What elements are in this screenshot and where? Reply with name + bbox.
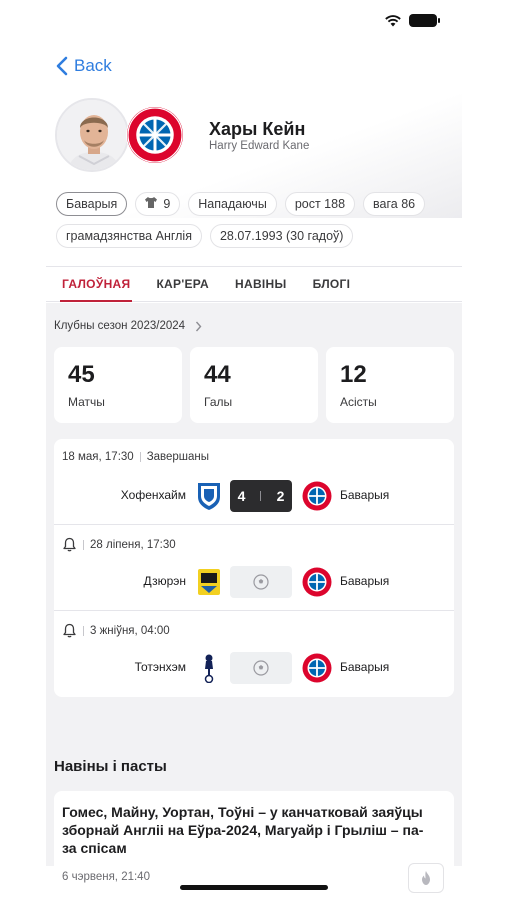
matches-list: 18 мая, 17:30 Завершаны Хофенхайм 4 2 Ба…	[54, 439, 454, 697]
match-row[interactable]: 3 жніўня, 04:00 Тотэнхэм Баварыя	[54, 611, 454, 697]
back-button[interactable]: Back	[56, 56, 112, 76]
bell-icon[interactable]	[62, 623, 77, 638]
stat-label: Матчы	[68, 395, 105, 409]
position-chip: Нападаючы	[188, 192, 277, 216]
news-card[interactable]: Гомес, Майну, Уортан, Тоўні – у канчатко…	[54, 791, 454, 900]
bayern-small-logo	[302, 567, 332, 597]
score-divider	[260, 491, 262, 501]
match-meta: 28 ліпеня, 17:30	[62, 537, 176, 552]
fire-reaction-button[interactable]	[408, 863, 444, 893]
divider	[139, 452, 141, 462]
upcoming-match-box	[230, 566, 292, 598]
stat-value: 44	[204, 361, 231, 388]
status-icons	[385, 14, 440, 27]
news-date: 6 чэрвеня, 21:40	[62, 871, 150, 883]
bayern-small-logo	[302, 653, 332, 683]
stat-card-goals: 44 Галы	[190, 347, 318, 423]
stat-label: Галы	[204, 395, 233, 409]
stat-card-assists: 12 Асісты	[326, 347, 454, 423]
player-avatar	[55, 98, 129, 172]
bayern-small-logo	[302, 481, 332, 511]
match-score: 4 2	[230, 480, 292, 512]
duren-logo	[194, 567, 224, 597]
weight-chip: вага 86	[363, 192, 426, 216]
match-row[interactable]: 18 мая, 17:30 Завершаны Хофенхайм 4 2 Ба…	[54, 439, 454, 525]
score-away: 2	[276, 488, 285, 504]
season-label: Клубны сезон 2023/2024	[54, 320, 186, 332]
player-full-name: Harry Edward Kane	[209, 140, 310, 152]
chevron-right-icon	[196, 321, 202, 331]
height-chip: рост 188	[284, 192, 356, 216]
tab-news[interactable]: НАВІНЫ	[225, 267, 297, 301]
status-bar	[0, 0, 507, 44]
club-chip[interactable]: Баварыя	[56, 192, 128, 216]
match-status: Завершаны	[146, 451, 210, 463]
ball-icon	[253, 574, 269, 590]
match-date: 28 ліпеня, 17:30	[90, 538, 176, 551]
home-indicator[interactable]	[180, 885, 328, 890]
hoffenheim-logo	[194, 481, 224, 511]
tab-bar: ГАЛОЎНАЯ КАР'ЕРА НАВІНЫ БЛОГІ	[46, 266, 462, 302]
match-date: 3 жніўня, 04:00	[90, 624, 170, 637]
shirt-icon	[145, 197, 158, 211]
home-team-name: Тотэнхэм	[134, 660, 186, 674]
match-meta: 3 жніўня, 04:00	[62, 623, 170, 638]
tab-main[interactable]: ГАЛОЎНАЯ	[52, 267, 140, 302]
ball-icon	[253, 660, 269, 676]
home-team-name: Хофенхайм	[120, 488, 186, 502]
news-headline[interactable]: Гомес, Майну, Уортан, Тоўні – у канчатко…	[62, 803, 432, 857]
tab-career[interactable]: КАР'ЕРА	[146, 267, 219, 301]
news-section-title: Навіны і пасты	[54, 758, 167, 775]
back-label: Back	[74, 56, 112, 75]
bell-icon[interactable]	[62, 537, 77, 552]
home-team-name: Дзюрэн	[143, 574, 186, 588]
stat-card-matches: 45 Матчы	[54, 347, 182, 423]
number-chip: 9	[135, 192, 181, 216]
season-stats: 45 Матчы 44 Галы 12 Асісты	[54, 347, 454, 423]
battery-icon	[409, 14, 440, 27]
fire-icon	[422, 871, 430, 885]
chevron-left-icon	[56, 56, 68, 76]
tab-blogs[interactable]: БЛОГІ	[303, 267, 361, 301]
match-meta: 18 мая, 17:30 Завершаны	[62, 451, 209, 463]
stat-value: 45	[68, 361, 95, 388]
citizenship-chip: грамадзянства Англія	[56, 224, 202, 248]
away-team-name: Баварыя	[340, 660, 390, 674]
divider	[83, 539, 84, 550]
player-screen: Back Хары Кейн Harry Edward Kane Баварыя…	[46, 44, 462, 900]
score-home: 4	[237, 488, 246, 504]
wifi-icon	[385, 14, 401, 26]
stat-value: 12	[340, 361, 367, 388]
away-team-name: Баварыя	[340, 488, 390, 502]
upcoming-match-box	[230, 652, 292, 684]
divider	[83, 625, 84, 636]
main-content: Клубны сезон 2023/2024 45 Матчы 44 Галы …	[46, 303, 462, 900]
player-name: Хары Кейн	[209, 119, 306, 139]
bayern-logo	[126, 106, 184, 164]
match-date: 18 мая, 17:30	[62, 451, 134, 463]
away-team-name: Баварыя	[340, 574, 390, 588]
stat-label: Асісты	[340, 395, 377, 409]
season-selector[interactable]: Клубны сезон 2023/2024	[54, 320, 202, 332]
player-info-chips: Баварыя 9 Нападаючы рост 188 вага 86 гра…	[56, 192, 456, 256]
birthdate-chip: 28.07.1993 (30 гадоў)	[209, 224, 354, 248]
match-row[interactable]: 28 ліпеня, 17:30 Дзюрэн Баварыя	[54, 525, 454, 611]
tottenham-logo	[194, 653, 224, 683]
